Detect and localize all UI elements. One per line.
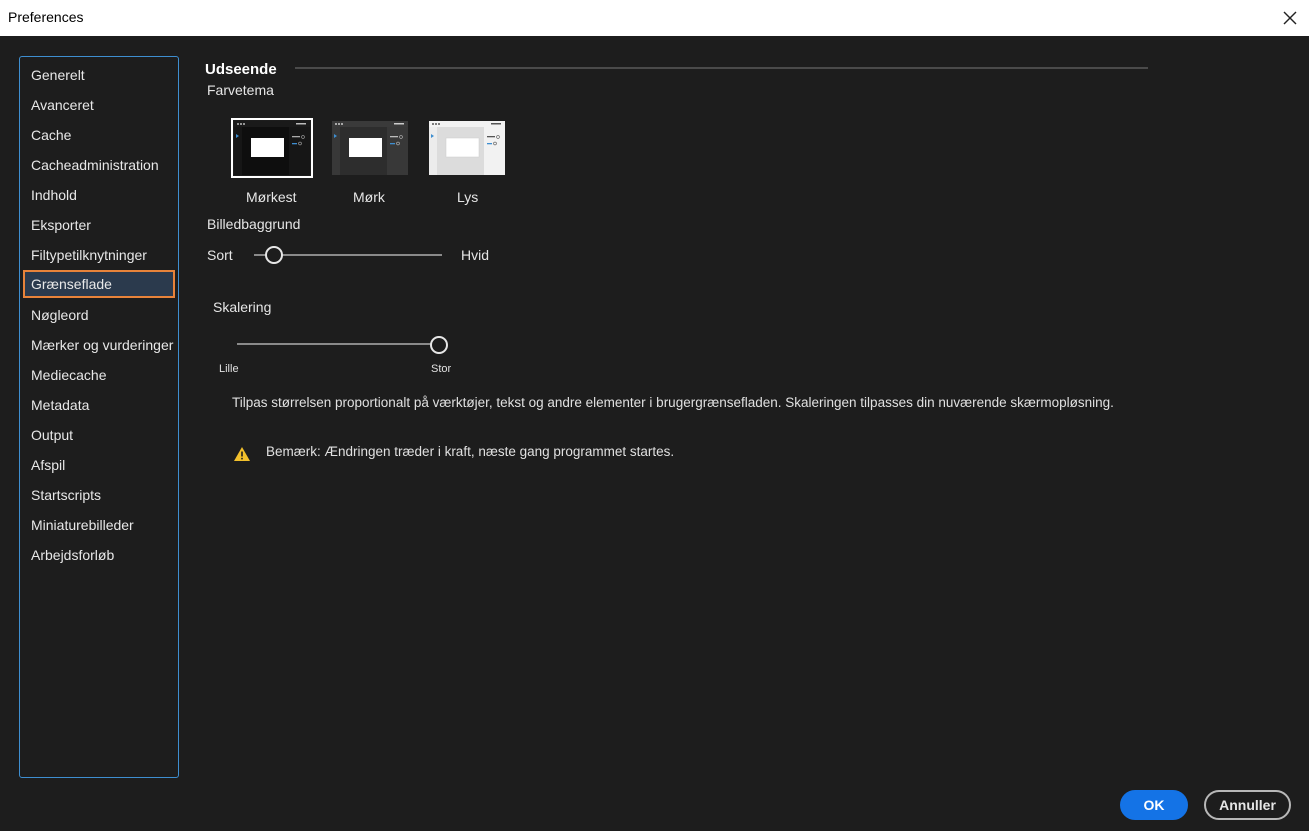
title-bar: Preferences <box>0 0 1309 36</box>
theme-dark-label: Mørk <box>353 189 385 205</box>
sidebar-item-afspil[interactable]: Afspil <box>23 451 175 479</box>
scaling-min-label: Lille <box>219 363 239 375</box>
ok-button[interactable]: OK <box>1120 790 1188 820</box>
theme-darkest-preview-icon <box>234 121 310 175</box>
theme-dark-preview-icon <box>332 121 408 175</box>
sidebar-item-filtypetilknytninger[interactable]: Filtypetilknytninger <box>23 241 175 269</box>
warning-icon <box>233 446 251 462</box>
close-icon[interactable] <box>1276 4 1304 32</box>
sidebar-item-metadata[interactable]: Metadata <box>23 391 175 419</box>
cancel-button[interactable]: Annuller <box>1204 790 1291 820</box>
sidebar-item-eksporter[interactable]: Eksporter <box>23 211 175 239</box>
theme-light-preview-icon <box>429 121 505 175</box>
sidebar-item-cache[interactable]: Cache <box>23 121 175 149</box>
scaling-max-label: Stor <box>431 363 452 375</box>
image-background-slider-handle[interactable] <box>265 246 283 264</box>
section-divider <box>295 67 1148 69</box>
image-background-min-label: Sort <box>207 247 233 263</box>
scaling-slider-track[interactable] <box>237 343 431 345</box>
sidebar-item-noegleord[interactable]: Nøgleord <box>23 301 175 329</box>
theme-light-label: Lys <box>457 189 479 205</box>
sidebar-item-startscripts[interactable]: Startscripts <box>23 481 175 509</box>
image-background-max-label: Hvid <box>461 247 490 263</box>
theme-dark-thumbnail[interactable] <box>332 121 408 175</box>
sidebar-item-cacheadministration[interactable]: Cacheadministration <box>23 151 175 179</box>
theme-light-thumbnail[interactable] <box>429 121 505 175</box>
scaling-description: Tilpas størrelsen proportionalt på værkt… <box>232 395 1114 410</box>
sidebar: Generelt Avanceret Cache Cacheadministra… <box>19 56 179 778</box>
sidebar-item-maerker-og-vurderinger[interactable]: Mærker og vurderinger <box>23 331 175 359</box>
color-theme-label: Farvetema <box>207 82 274 98</box>
window-title: Preferences <box>8 9 84 25</box>
sidebar-item-output[interactable]: Output <box>23 421 175 449</box>
sidebar-item-generelt[interactable]: Generelt <box>23 61 175 89</box>
sidebar-item-arbejdsforloeb[interactable]: Arbejdsforløb <box>23 541 175 569</box>
sidebar-item-miniaturebilleder[interactable]: Miniaturebilleder <box>23 511 175 539</box>
sidebar-item-mediecache[interactable]: Mediecache <box>23 361 175 389</box>
sidebar-item-avanceret[interactable]: Avanceret <box>23 91 175 119</box>
section-title: Udseende <box>205 61 277 78</box>
sidebar-item-indhold[interactable]: Indhold <box>23 181 175 209</box>
theme-darkest-label: Mørkest <box>246 189 297 205</box>
scaling-label: Skalering <box>213 299 272 315</box>
theme-darkest-thumbnail[interactable] <box>231 118 313 178</box>
restart-note: Bemærk: Ændringen træder i kraft, næste … <box>266 444 675 459</box>
image-background-label: Billedbaggrund <box>207 216 301 232</box>
scaling-slider-handle[interactable] <box>430 336 448 354</box>
sidebar-item-graenseflade[interactable]: Grænseflade <box>23 270 175 298</box>
